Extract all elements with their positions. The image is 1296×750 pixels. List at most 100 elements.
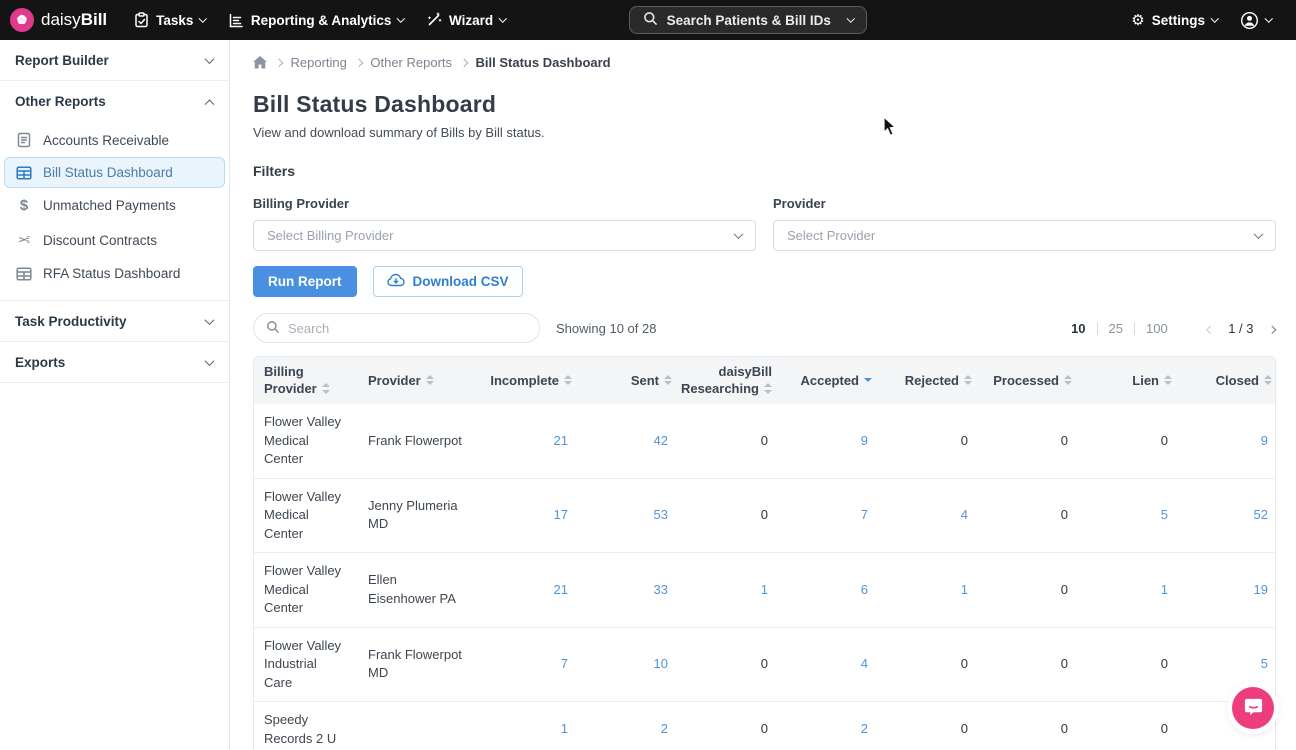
sort-icon[interactable] [426,375,434,386]
bill-count-link[interactable]: 17 [554,507,568,522]
bill-count: 0 [761,656,768,671]
bill-count: 0 [761,433,768,448]
chevron-right-icon [275,59,283,67]
table-row: Flower Valley Medical CenterJenny Plumer… [254,478,1276,553]
bill-count: 0 [761,507,768,522]
billing-provider-select[interactable]: Select Billing Provider [253,220,756,251]
bill-count-link[interactable]: 5 [1161,507,1168,522]
run-report-button[interactable]: Run Report [253,266,357,297]
column-header[interactable]: Accepted [776,357,876,404]
column-header[interactable]: Closed [1176,357,1276,404]
bill-count: 0 [1161,721,1168,736]
action-buttons: Run Report Download CSV [253,266,1276,297]
bill-count-link[interactable]: 4 [861,656,868,671]
sort-icon[interactable] [322,383,330,394]
column-header[interactable]: BillingProvider [254,357,358,404]
sort-desc-icon[interactable] [864,378,872,382]
column-label: Incomplete [490,372,559,389]
sidebar-section-task-productivity[interactable]: Task Productivity [0,301,229,341]
filters-heading: Filters [253,163,1276,179]
nav-tasks[interactable]: Tasks [123,0,217,40]
table-icon [15,267,33,281]
bill-count-link[interactable]: 9 [1261,433,1268,448]
chat-bubble-icon [1243,696,1264,720]
sidebar-item-accounts-receivable[interactable]: Accounts Receivable [4,124,225,156]
sort-icon[interactable] [1264,375,1272,386]
bill-count: 0 [961,656,968,671]
provider-select[interactable]: Select Provider [773,220,1276,251]
page-size-25[interactable]: 25 [1109,321,1123,336]
column-header[interactable]: Incomplete [476,357,576,404]
magic-wand-icon [426,12,442,28]
column-header[interactable]: daisyBillResearching [676,357,776,404]
table-search[interactable] [253,313,540,343]
column-header[interactable]: Processed [976,357,1076,404]
bill-count-link[interactable]: 21 [554,582,568,597]
bill-count-link[interactable]: 1 [1161,582,1168,597]
sidebar-section-report-builder[interactable]: Report Builder [0,40,229,80]
sidebar-item-unmatched-payments[interactable]: $ Unmatched Payments [4,189,225,222]
breadcrumb-other-reports[interactable]: Other Reports [370,55,452,70]
bill-count-link[interactable]: 53 [654,507,668,522]
chevron-down-icon [205,356,215,366]
column-header[interactable]: Sent [576,357,676,404]
bill-count-link[interactable]: 7 [561,656,568,671]
table-search-input[interactable] [288,321,527,336]
chat-widget-button[interactable] [1232,687,1274,729]
table-header-row: BillingProviderProvider Incomplete Sentdai… [254,357,1276,404]
next-page-button[interactable] [1267,321,1277,336]
bill-count-link[interactable]: 33 [654,582,668,597]
bill-count-link[interactable]: 2 [861,721,868,736]
bill-count-link[interactable]: 1 [961,582,968,597]
bill-count-link[interactable]: 6 [861,582,868,597]
table-controls: Showing 10 of 28 10 25 100 1 / 3 [253,313,1276,343]
bill-count-link[interactable]: 5 [1261,656,1268,671]
nav-settings[interactable]: ⚙ Settings [1120,0,1228,40]
bill-count-link[interactable]: 52 [1254,507,1268,522]
bill-count-link[interactable]: 1 [561,721,568,736]
bill-count-link[interactable]: 9 [861,433,868,448]
previous-page-button[interactable] [1206,321,1216,336]
chevron-down-icon [734,229,744,239]
sort-icon[interactable] [1064,375,1072,386]
provider-filter: Provider Select Provider [773,196,1276,251]
column-header[interactable]: Provider [358,357,476,404]
bill-count-link[interactable]: 4 [961,507,968,522]
column-header[interactable]: Lien [1076,357,1176,404]
bill-count-link[interactable]: 2 [661,721,668,736]
column-header[interactable]: Rejected [876,357,976,404]
bill-count-link[interactable]: 42 [654,433,668,448]
chevron-down-icon [397,15,405,23]
bill-count-link[interactable]: 1 [761,582,768,597]
billing-provider-cell: Flower Valley Industrial Care [254,627,358,702]
sidebar-item-rfa-status-dashboard[interactable]: RFA Status Dashboard [4,258,225,289]
sort-icon[interactable] [964,375,972,386]
sort-icon[interactable] [664,375,672,386]
bill-count-link[interactable]: 21 [554,433,568,448]
bill-count-link[interactable]: 19 [1254,582,1268,597]
sidebar-item-discount-contracts[interactable]: ✂ Discount Contracts [4,223,225,257]
breadcrumb-reporting[interactable]: Reporting [291,55,347,70]
breadcrumb-current: Bill Status Dashboard [476,55,611,70]
billing-provider-cell: Flower Valley Medical Center [254,404,358,478]
sort-icon[interactable] [564,375,572,386]
bill-count-link[interactable]: 7 [861,507,868,522]
sidebar-section-other-reports[interactable]: Other Reports [0,81,229,121]
bill-count-link[interactable]: 10 [654,656,668,671]
nav-reporting-analytics[interactable]: Reporting & Analytics [217,0,415,40]
provider-cell: Frank Flowerpot MD [358,627,476,702]
page-size-100[interactable]: 100 [1146,321,1168,336]
home-icon[interactable] [253,56,267,69]
nav-account[interactable] [1229,0,1283,40]
page-size-10[interactable]: 10 [1071,321,1085,336]
bill-count: 0 [1061,656,1068,671]
sort-icon[interactable] [764,383,772,394]
nav-search[interactable]: Search Patients & Bill IDs [629,6,868,34]
brand-logo[interactable]: ✿ daisyBill [10,8,107,32]
sidebar-section-exports[interactable]: Exports [0,342,229,382]
chevron-right-icon [460,59,468,67]
nav-wizard[interactable]: Wizard [415,0,517,40]
sidebar-item-bill-status-dashboard[interactable]: Bill Status Dashboard [4,157,225,188]
download-csv-button[interactable]: Download CSV [373,266,523,297]
sort-icon[interactable] [1164,375,1172,386]
